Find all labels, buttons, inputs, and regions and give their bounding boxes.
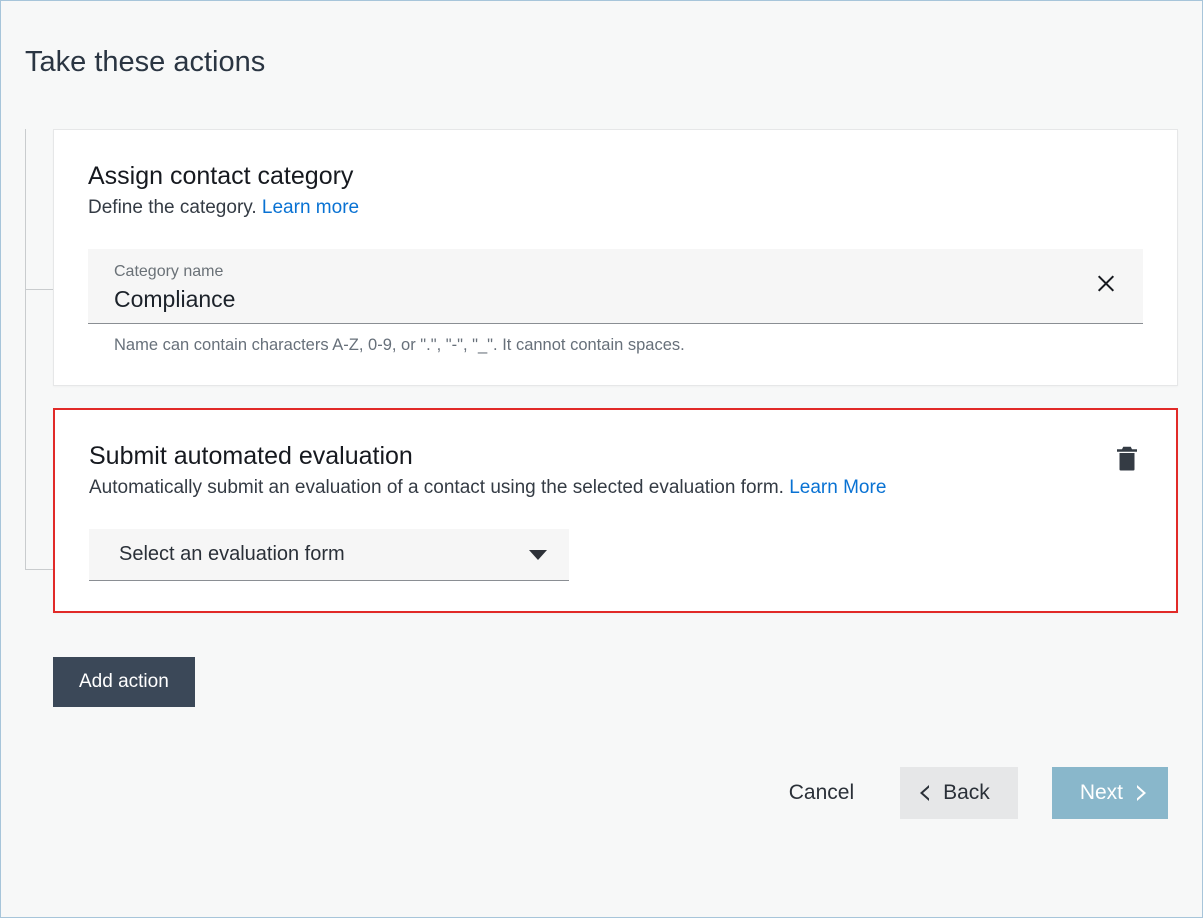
delete-action-button[interactable]	[1112, 442, 1142, 479]
page-title: Take these actions	[25, 46, 1178, 79]
category-name-field: Category name	[88, 249, 1143, 324]
field-help-text: Name can contain characters A-Z, 0-9, or…	[114, 336, 1143, 355]
field-label: Category name	[114, 263, 1117, 281]
cancel-button[interactable]: Cancel	[777, 771, 866, 815]
learn-more-link[interactable]: Learn More	[789, 477, 886, 498]
subtitle-text: Automatically submit an evaluation of a …	[89, 477, 789, 498]
chevron-right-icon	[1137, 785, 1146, 801]
trash-icon	[1112, 461, 1142, 478]
card-subtitle: Automatically submit an evaluation of a …	[89, 477, 1142, 499]
close-icon	[1095, 273, 1117, 300]
next-label: Next	[1080, 781, 1123, 805]
actions-timeline: Assign contact category Define the categ…	[53, 129, 1178, 707]
caret-down-icon	[529, 550, 547, 560]
wizard-footer: Cancel Back Next	[25, 767, 1178, 819]
evaluation-form-select[interactable]: Select an evaluation form	[89, 529, 569, 581]
add-action-button[interactable]: Add action	[53, 657, 195, 707]
category-name-input[interactable]	[114, 286, 1017, 313]
submit-evaluation-card: Submit automated evaluation Automaticall…	[53, 408, 1178, 613]
assign-category-card: Assign contact category Define the categ…	[53, 129, 1178, 386]
subtitle-text: Define the category.	[88, 197, 262, 218]
select-placeholder: Select an evaluation form	[119, 543, 345, 566]
learn-more-link[interactable]: Learn more	[262, 197, 359, 218]
clear-input-button[interactable]	[1089, 267, 1123, 306]
next-button[interactable]: Next	[1052, 767, 1168, 819]
card-subtitle: Define the category. Learn more	[88, 197, 1143, 219]
back-button[interactable]: Back	[900, 767, 1018, 819]
chevron-left-icon	[920, 785, 929, 801]
card-title: Assign contact category	[88, 162, 1143, 191]
card-title: Submit automated evaluation	[89, 442, 1142, 471]
back-label: Back	[943, 781, 990, 805]
